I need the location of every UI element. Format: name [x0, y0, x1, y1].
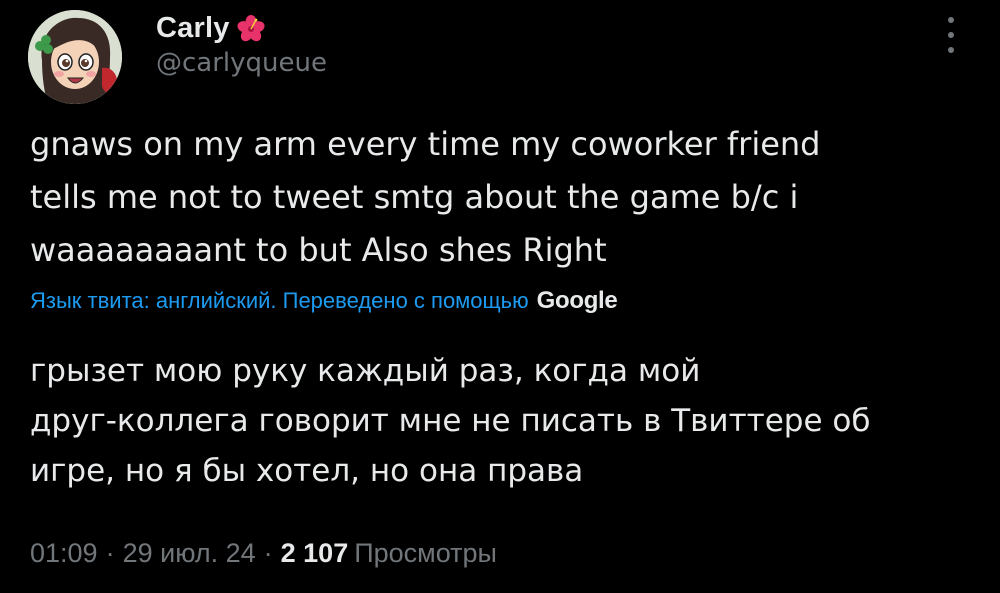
tweet-meta: 01:09 · 29 июл. 24 · 2 107 Просмотры: [30, 538, 497, 569]
views-count[interactable]: 2 107: [281, 538, 349, 569]
translation-language-link[interactable]: Язык твита: английский. Переведено с пом…: [30, 288, 529, 314]
translated-tweet-text: грызет мою руку каждый раз, когда мой др…: [30, 346, 970, 496]
tweet-date[interactable]: 29 июл. 24: [123, 538, 256, 569]
more-vertical-icon: [948, 17, 954, 23]
hibiscus-icon: [237, 14, 265, 41]
translated-text-line: друг-коллега говорит мне не писать в Тви…: [30, 403, 871, 439]
more-vertical-icon-dot: [948, 47, 954, 53]
author-display-name[interactable]: Carly: [156, 12, 230, 45]
cartoon-girl-avatar-icon: [28, 10, 122, 104]
tweet-text-line: waaaaaaaant to but Also shes Right: [30, 231, 607, 269]
author-handle[interactable]: @carlyqueue: [156, 48, 327, 78]
tweet-time[interactable]: 01:09: [30, 538, 98, 569]
more-vertical-icon-dot: [948, 32, 954, 38]
tweet-text: gnaws on my arm every time my coworker f…: [30, 118, 970, 277]
translated-text-line: игре, но я бы хотел, но она права: [30, 453, 584, 489]
author-name-row[interactable]: Carly: [156, 12, 266, 45]
meta-separator: ·: [105, 538, 115, 568]
more-options-button[interactable]: [938, 14, 964, 56]
avatar[interactable]: [28, 10, 122, 104]
google-logo: Google: [536, 287, 618, 314]
translated-text-line: грызет мою руку каждый раз, когда мой: [30, 353, 701, 389]
tweet-text-line: tells me not to tweet smtg about the gam…: [30, 178, 799, 216]
meta-separator: ·: [263, 538, 273, 568]
views-label[interactable]: Просмотры: [354, 538, 497, 569]
tweet-text-line: gnaws on my arm every time my coworker f…: [30, 125, 821, 163]
translation-info: Язык твита: английский. Переведено с пом…: [30, 287, 618, 315]
